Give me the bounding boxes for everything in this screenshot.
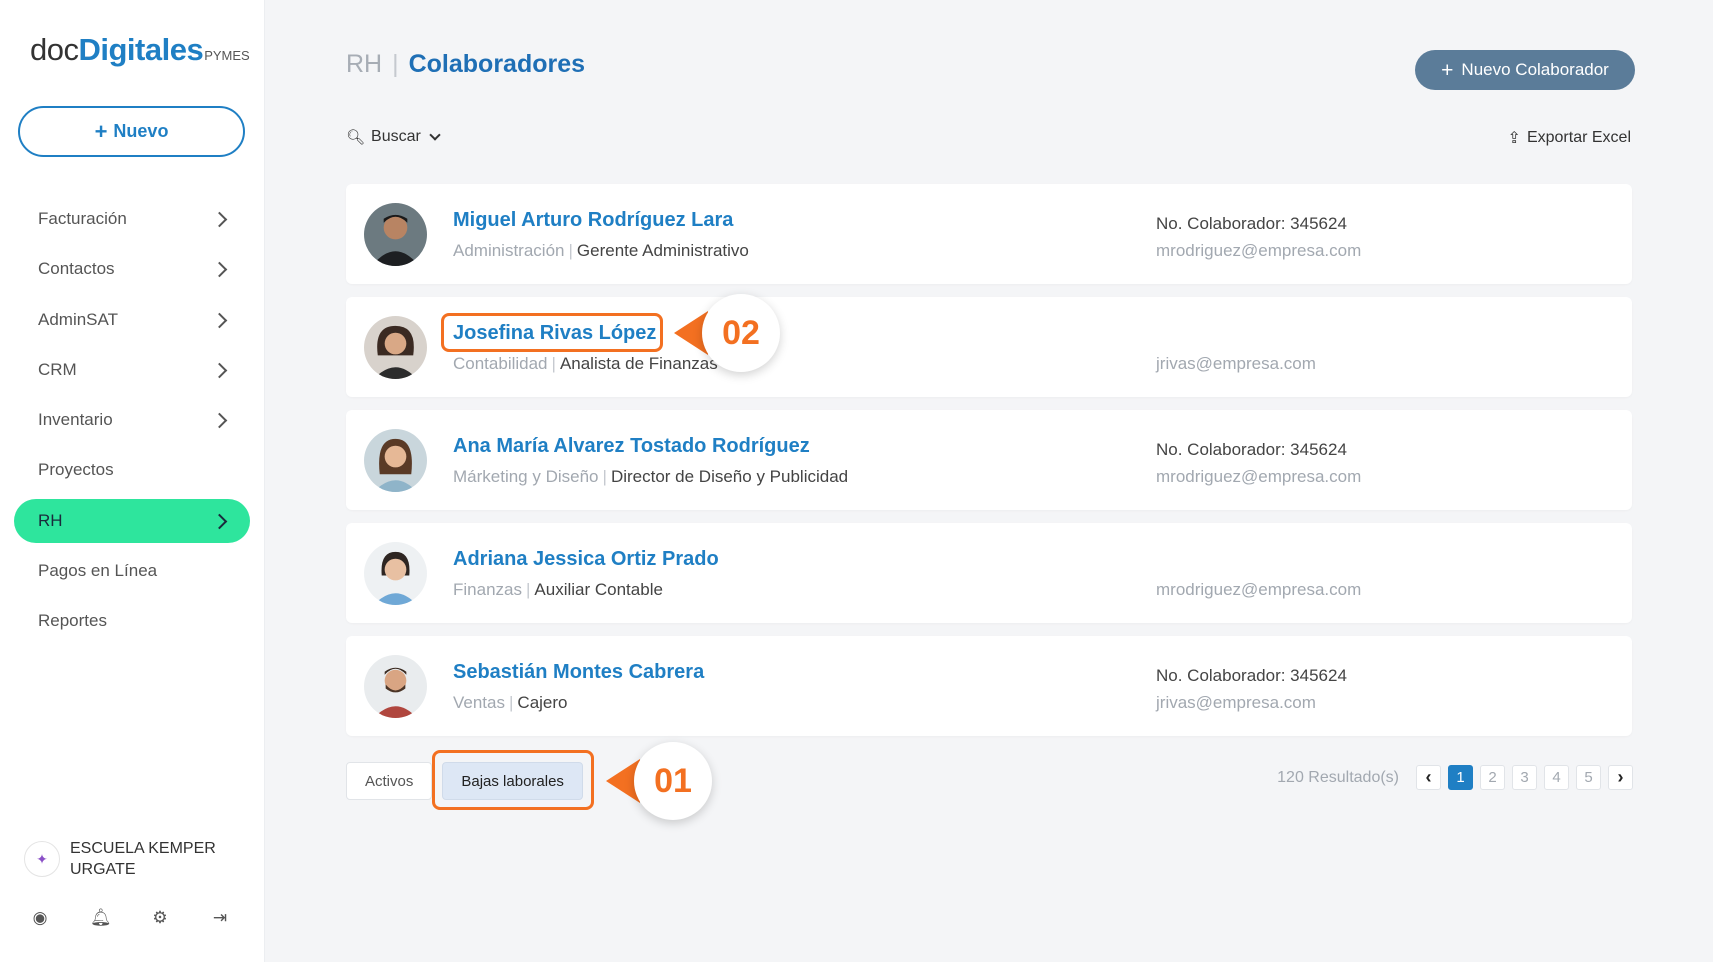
page-button[interactable]: 5: [1576, 765, 1601, 790]
collaborator-name[interactable]: Miguel Arturo Rodríguez Lara: [453, 209, 733, 232]
sidebar-item-pagos[interactable]: Pagos en Línea: [14, 549, 250, 593]
collaborator-email: mrodriguez@empresa.com: [1156, 580, 1362, 599]
sidebar-item-rh[interactable]: RH: [14, 498, 250, 543]
avatar: [364, 655, 427, 718]
collaborator-name[interactable]: Ana María Alvarez Tostado Rodríguez: [453, 435, 810, 458]
avatar: [364, 429, 427, 492]
breadcrumb-separator: |: [392, 50, 399, 78]
organization-name: ESCUELA KEMPER URGATE: [70, 840, 216, 878]
sidebar-item-label: CRM: [38, 359, 77, 379]
sidebar-item-crm[interactable]: CRM: [14, 348, 250, 392]
collaborator-card[interactable]: Adriana Jessica Ortiz Prado Finanzas | Aux…: [346, 523, 1632, 623]
upload-icon: ⇪: [1507, 130, 1521, 147]
highlight-box: [432, 750, 594, 810]
search-label: Buscar: [371, 128, 421, 145]
sidebar: doc Digitales PYMES + Nuevo Facturación Co…: [0, 0, 265, 962]
gear-icon[interactable]: ⚙: [150, 908, 170, 928]
sidebar-item-adminsat[interactable]: AdminSAT: [14, 298, 250, 342]
export-label: Exportar Excel: [1526, 129, 1631, 146]
plus-icon: +: [94, 118, 108, 144]
sidebar-item-contactos[interactable]: Contactos: [14, 247, 250, 291]
callout-badge: 01: [634, 742, 712, 820]
sidebar-item-label: Proyectos: [38, 460, 114, 480]
pagination: 120 Resultado(s) ‹ 1 2 3 4 5 ›: [1277, 765, 1633, 790]
collaborator-card[interactable]: Sebastián Montes Cabrera Ventas | Cajero N…: [346, 636, 1632, 736]
organization-switcher[interactable]: ✦ ESCUELA KEMPER URGATE: [24, 838, 216, 880]
tab-activos[interactable]: Activos: [346, 762, 433, 800]
sidebar-item-label: Inventario: [38, 410, 113, 430]
sidebar-item-reportes[interactable]: Reportes: [14, 599, 250, 643]
user-circle-icon[interactable]: ◉: [30, 908, 50, 928]
breadcrumb: RH | Colaboradores: [346, 50, 585, 79]
sidebar-item-facturacion[interactable]: Facturación: [14, 197, 250, 241]
plus-icon: +: [1441, 58, 1454, 82]
page-title: Colaboradores: [408, 50, 586, 78]
avatar: [364, 542, 427, 605]
chevron-right-icon: [212, 513, 228, 529]
new-collaborator-button[interactable]: + Nuevo Colaborador: [1415, 50, 1635, 90]
collaborator-role: Administración | Gerente Administrativo: [453, 241, 749, 260]
breadcrumb-root[interactable]: RH: [346, 50, 382, 79]
page-button[interactable]: 3: [1512, 765, 1537, 790]
chevron-right-icon: [212, 261, 228, 277]
sidebar-item-label: RH: [38, 510, 63, 530]
page-button[interactable]: 1: [1448, 765, 1473, 790]
highlight-box: [441, 313, 663, 352]
collaborator-role: Contabilidad | Analista de Finanzas: [453, 354, 718, 373]
sidebar-item-label: Pagos en Línea: [38, 561, 158, 581]
search-dropdown[interactable]: 🔍︎ Buscar: [346, 128, 441, 146]
sidebar-item-label: AdminSAT: [38, 309, 118, 329]
collaborator-name[interactable]: Sebastián Montes Cabrera: [453, 661, 704, 684]
collaborator-role: Ventas | Cajero: [453, 693, 568, 712]
new-collaborator-label: Nuevo Colaborador: [1461, 60, 1609, 79]
sidebar-item-label: Contactos: [38, 259, 115, 279]
collaborator-number: No. Colaborador: 345624: [1156, 440, 1347, 459]
collaborator-number: No. Colaborador: 345624: [1156, 666, 1347, 685]
chevron-right-icon: [212, 362, 228, 378]
collaborator-role: Finanzas | Auxiliar Contable: [453, 580, 663, 599]
page-button[interactable]: 4: [1544, 765, 1569, 790]
results-count: 120 Resultado(s): [1277, 768, 1399, 786]
avatar: [364, 316, 427, 379]
organization-logo: ✦: [24, 841, 60, 877]
new-button-label: Nuevo: [113, 121, 169, 141]
sidebar-nav: Facturación Contactos AdminSAT CRM Inven…: [14, 197, 250, 650]
export-excel-button[interactable]: ⇪ Exportar Excel: [1508, 128, 1631, 148]
collaborator-card[interactable]: Ana María Alvarez Tostado Rodríguez Márk…: [346, 410, 1632, 510]
collaborator-email: mrodriguez@empresa.com: [1156, 467, 1362, 486]
chevron-down-icon: [429, 129, 441, 141]
collaborator-list: Miguel Arturo Rodríguez Lara Administrac…: [346, 184, 1632, 749]
bell-icon[interactable]: 🔔︎: [90, 908, 112, 928]
collaborator-email: jrivas@empresa.com: [1156, 693, 1316, 712]
new-button[interactable]: + Nuevo: [18, 106, 245, 157]
sidebar-footer-icons: ◉ 🔔︎ ⚙ ⇥: [30, 908, 230, 928]
chevron-right-icon: [212, 312, 228, 328]
chevron-right-icon: [212, 211, 228, 227]
chevron-left-icon[interactable]: ‹: [1416, 765, 1441, 790]
collaborator-number: No. Colaborador: 345624: [1156, 214, 1347, 233]
collaborator-email: jrivas@empresa.com: [1156, 354, 1316, 373]
sidebar-item-label: Facturación: [38, 209, 127, 228]
sidebar-item-proyectos[interactable]: Proyectos: [14, 448, 250, 492]
sidebar-item-label: Reportes: [38, 611, 107, 631]
search-icon: 🔍︎: [346, 129, 366, 146]
logout-icon[interactable]: ⇥: [210, 908, 230, 928]
collaborator-role: Márketing y Diseño | Director de Diseño y …: [453, 467, 849, 486]
avatar: [364, 203, 427, 266]
callout-badge: 02: [702, 294, 780, 372]
collaborator-name[interactable]: Adriana Jessica Ortiz Prado: [453, 548, 719, 571]
app-logo[interactable]: doc Digitales PYMES: [30, 32, 250, 68]
chevron-right-icon[interactable]: ›: [1608, 765, 1633, 790]
page-button[interactable]: 2: [1480, 765, 1505, 790]
chevron-right-icon: [212, 412, 228, 428]
sidebar-item-inventario[interactable]: Inventario: [14, 398, 250, 442]
collaborator-card[interactable]: Miguel Arturo Rodríguez Lara Administrac…: [346, 184, 1632, 284]
collaborator-email: mrodriguez@empresa.com: [1156, 241, 1362, 260]
